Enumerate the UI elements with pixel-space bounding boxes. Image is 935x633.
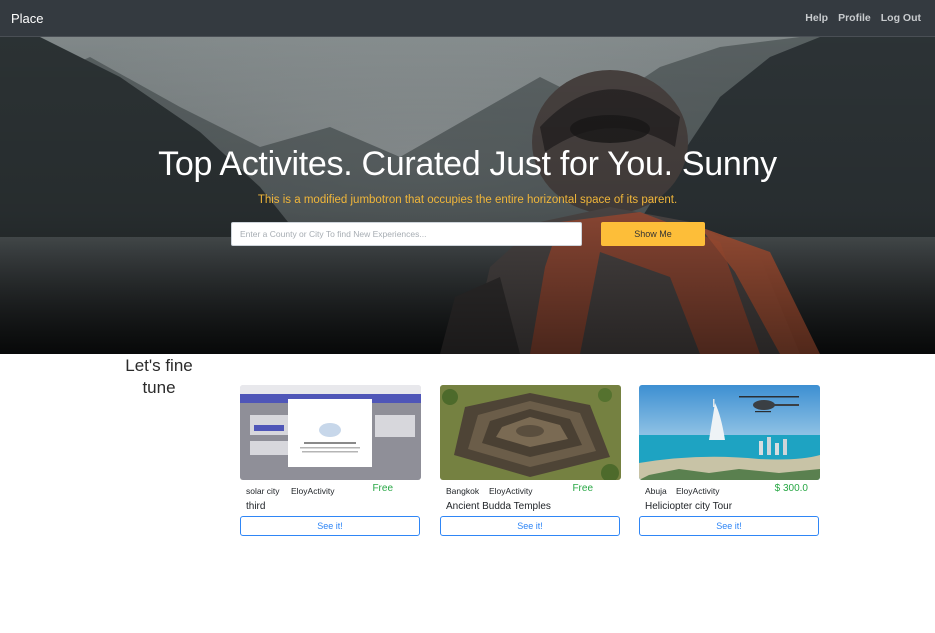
- card-thumbnail-temple-photo[interactable]: [440, 385, 621, 480]
- card-meta: Bangkok EloyActivity Free: [440, 481, 621, 498]
- card-meta: solar city EloyActivity Free: [240, 481, 421, 498]
- card-price: Free: [372, 483, 393, 494]
- activity-card: Abuja EloyActivity $ 300.0 Heliciopter c…: [639, 385, 820, 536]
- card-city: Abuja: [645, 486, 667, 496]
- see-it-button[interactable]: See it!: [440, 516, 620, 536]
- card-price: $ 300.0: [774, 483, 808, 494]
- card-meta: Abuja EloyActivity $ 300.0: [639, 481, 820, 498]
- top-navbar: Place Help Profile Log Out: [0, 0, 935, 37]
- see-it-button[interactable]: See it!: [639, 516, 819, 536]
- card-host: EloyActivity: [489, 486, 533, 496]
- hero-title: Top Activites. Curated Just for You. Sun…: [158, 145, 777, 183]
- see-it-button[interactable]: See it!: [240, 516, 420, 536]
- card-thumbnail-browser-screenshot[interactable]: [240, 385, 421, 480]
- nav-links: Help Profile Log Out: [805, 12, 921, 24]
- nav-link-logout[interactable]: Log Out: [881, 12, 921, 24]
- card-price: Free: [572, 483, 593, 494]
- show-me-button[interactable]: Show Me: [601, 222, 705, 246]
- hero-jumbotron: Top Activites. Curated Just for You. Sun…: [0, 37, 935, 354]
- card-title: Ancient Budda Temples: [446, 501, 551, 512]
- nav-link-profile[interactable]: Profile: [838, 12, 871, 24]
- card-title: third: [246, 501, 266, 512]
- hero-subtitle: This is a modified jumbotron that occupi…: [257, 194, 678, 206]
- card-thumbnail-helicopter-photo[interactable]: [639, 385, 820, 480]
- card-city: solar city: [246, 486, 280, 496]
- location-search-input[interactable]: [231, 222, 582, 246]
- card-city: Bangkok: [446, 486, 480, 496]
- nav-link-help[interactable]: Help: [805, 12, 828, 24]
- brand-logo[interactable]: Place: [11, 11, 44, 26]
- fine-tune-heading: Let's fine tune: [125, 356, 193, 397]
- card-host: EloyActivity: [676, 486, 720, 496]
- card-host: EloyActivity: [291, 486, 335, 496]
- activity-card: solar city EloyActivity Free third See i…: [240, 385, 421, 536]
- card-title: Heliciopter city Tour: [645, 501, 733, 512]
- activity-card: Bangkok EloyActivity Free Ancient Budda …: [440, 385, 621, 536]
